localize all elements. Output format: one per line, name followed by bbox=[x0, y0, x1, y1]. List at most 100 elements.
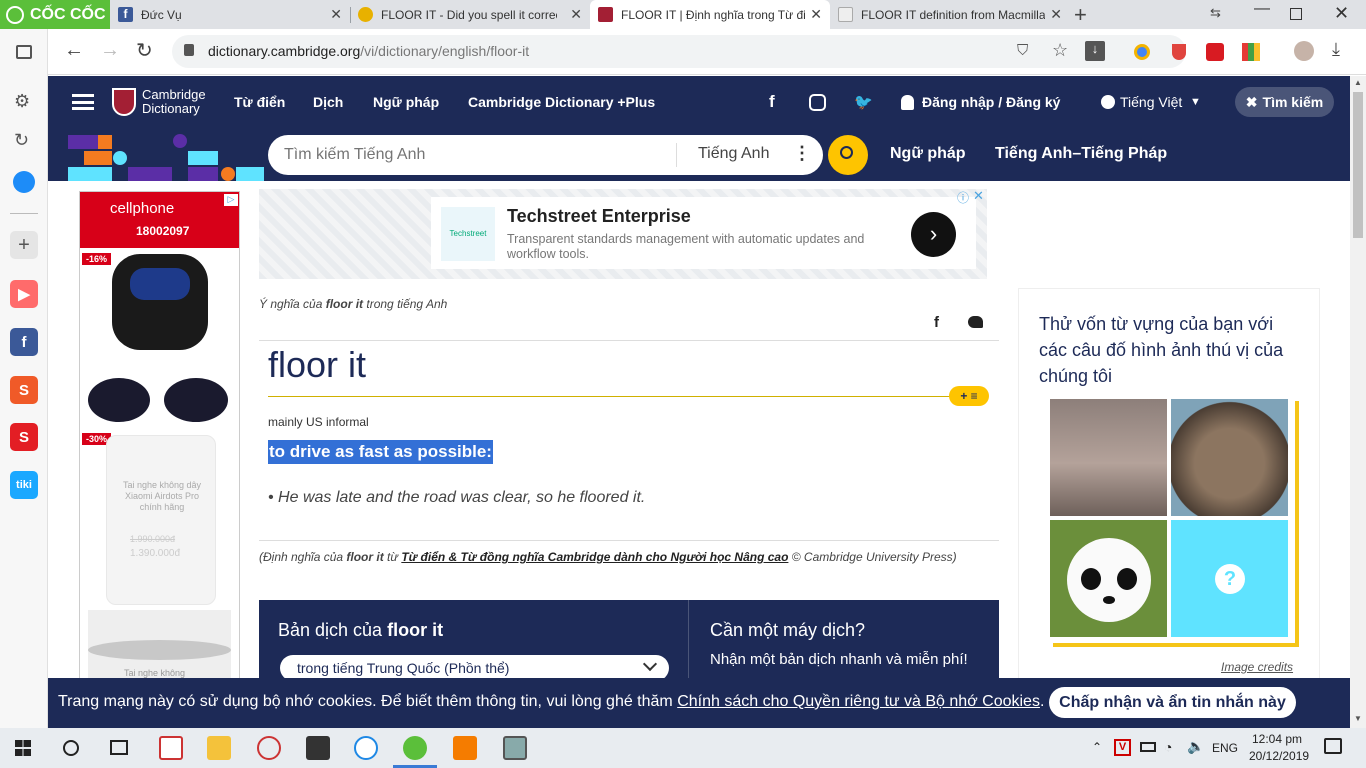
back-button[interactable]: ← bbox=[64, 39, 84, 62]
scroll-up-icon[interactable]: ▲ bbox=[1354, 78, 1362, 87]
maximize-button[interactable] bbox=[1290, 8, 1302, 20]
search-input[interactable] bbox=[284, 143, 664, 167]
sidebar-item-youtube[interactable]: ▶ bbox=[10, 280, 38, 308]
taskbar-app-icon[interactable] bbox=[257, 736, 281, 760]
bookmark-star-icon[interactable]: ☆ bbox=[1052, 40, 1068, 61]
image-credits-link[interactable]: Image credits bbox=[1221, 660, 1293, 674]
close-tab-icon[interactable]: ✕ bbox=[330, 6, 342, 23]
instagram-icon[interactable] bbox=[809, 94, 826, 111]
nav-plus[interactable]: Cambridge Dictionary +Plus bbox=[468, 94, 655, 110]
forward-button[interactable]: → bbox=[100, 39, 120, 62]
address-bar[interactable]: dictionary.cambridge.org/vi/dictionary/e… bbox=[172, 35, 1186, 68]
zalo-icon[interactable] bbox=[354, 736, 378, 760]
taskbar-app-icon[interactable] bbox=[453, 736, 477, 760]
messenger-icon[interactable] bbox=[13, 171, 35, 193]
taskbar-app-icon[interactable] bbox=[159, 736, 183, 760]
adblock-icon[interactable] bbox=[1172, 44, 1186, 60]
nav-dictionary[interactable]: Từ điển bbox=[234, 94, 285, 110]
close-tab-icon[interactable]: ✕ bbox=[1050, 6, 1062, 23]
facebook-icon[interactable]: f bbox=[769, 92, 775, 112]
tray-app-icon[interactable]: V bbox=[1114, 739, 1131, 756]
share-twitter-icon[interactable] bbox=[968, 316, 983, 328]
nav-translate[interactable]: Dịch bbox=[313, 94, 343, 110]
reload-button[interactable]: ↻ bbox=[136, 38, 153, 63]
ad-arrow-button[interactable]: › bbox=[911, 212, 956, 257]
translation-language-select[interactable]: trong tiếng Trung Quốc (Phồn thể) bbox=[280, 655, 669, 680]
scroll-thumb[interactable] bbox=[1353, 92, 1363, 238]
login-link[interactable]: Đăng nhập / Đăng ký bbox=[922, 94, 1060, 110]
tab-facebook[interactable]: f Đức Vụ ✕ bbox=[110, 0, 350, 29]
close-window-button[interactable]: ✕ bbox=[1334, 3, 1349, 24]
search-icon[interactable] bbox=[63, 740, 79, 756]
search-button[interactable] bbox=[828, 135, 868, 175]
adchoices-icon[interactable]: ⓘ bbox=[957, 189, 969, 206]
clock-date[interactable]: 20/12/2019 bbox=[1249, 749, 1309, 763]
coccoc-taskbar-icon[interactable] bbox=[403, 736, 427, 760]
close-tab-icon[interactable]: ✕ bbox=[570, 6, 582, 23]
shield-icon[interactable]: ⛉ bbox=[1017, 42, 1028, 59]
windows-start-icon[interactable] bbox=[15, 740, 31, 756]
twitter-icon[interactable]: 🐦 bbox=[854, 93, 873, 111]
adchoices-icon[interactable]: ▷ bbox=[224, 194, 238, 206]
extension-icon[interactable] bbox=[1134, 44, 1150, 60]
quiz-title[interactable]: Thử vốn từ vựng của bạn với các câu đố h… bbox=[1039, 311, 1299, 389]
subnav-grammar[interactable]: Ngữ pháp bbox=[890, 145, 966, 163]
task-view-icon[interactable] bbox=[110, 740, 128, 755]
search-toggle-button[interactable]: ✖ Tìm kiếm bbox=[1235, 87, 1334, 117]
nav-grammar[interactable]: Ngữ pháp bbox=[373, 94, 439, 110]
add-to-wordlist-button[interactable]: + ≡ bbox=[949, 386, 989, 406]
hamburger-menu-icon[interactable] bbox=[72, 94, 94, 110]
volume-icon[interactable]: 🔈 bbox=[1187, 738, 1204, 755]
notifications-icon[interactable] bbox=[1324, 738, 1342, 754]
minimize-button[interactable]: — bbox=[1248, 0, 1276, 18]
coccoc-logo[interactable]: CỐC CỐC bbox=[0, 0, 110, 29]
more-options-icon[interactable]: ⋮ bbox=[793, 143, 811, 164]
battery-icon[interactable] bbox=[1140, 742, 1156, 752]
new-tab-button[interactable]: + bbox=[1074, 2, 1087, 28]
avatar[interactable] bbox=[1294, 41, 1314, 61]
cookie-policy-link[interactable]: Chính sách cho Quyền riêng tư và Bộ nhớ … bbox=[677, 693, 1040, 710]
tab-cambridge[interactable]: FLOOR IT | Định nghĩa trong Từ điển ✕ bbox=[590, 0, 830, 29]
clock-time[interactable]: 12:04 pm bbox=[1252, 732, 1302, 746]
top-ad[interactable]: Techstreet Techstreet Enterprise Transpa… bbox=[259, 188, 987, 279]
subnav-english-french[interactable]: Tiếng Anh–Tiếng Pháp bbox=[995, 145, 1167, 163]
input-language[interactable]: ENG bbox=[1212, 741, 1238, 755]
accept-cookies-button[interactable]: Chấp nhận và ẩn tin nhắn này bbox=[1049, 687, 1296, 718]
mystery-image[interactable]: ? bbox=[1171, 520, 1288, 637]
tab-list-icon[interactable]: ⇆ bbox=[1210, 5, 1221, 21]
panda-image[interactable] bbox=[1050, 520, 1167, 637]
sidebar-toggle-icon[interactable] bbox=[16, 45, 32, 59]
language-select[interactable]: Tiếng Việt bbox=[1120, 94, 1182, 110]
sidebar-item-shopee[interactable]: S bbox=[10, 376, 38, 404]
search-icon bbox=[840, 146, 853, 159]
seal-image[interactable] bbox=[1171, 399, 1288, 516]
taskbar-app-icon[interactable] bbox=[503, 736, 527, 760]
close-tab-icon[interactable]: ✕ bbox=[810, 6, 822, 23]
tab-macmillan[interactable]: FLOOR IT definition from Macmillan ✕ bbox=[830, 0, 1070, 29]
add-shortcut-button[interactable]: + bbox=[10, 231, 38, 259]
downloads-icon[interactable]: ⤓ bbox=[1332, 39, 1340, 60]
extension-color-icon[interactable] bbox=[1242, 43, 1260, 61]
close-ad-icon[interactable]: ✕ bbox=[973, 188, 984, 204]
cambridge-logo[interactable]: Cambridge Dictionary bbox=[112, 88, 206, 116]
extension-red-icon[interactable] bbox=[1206, 43, 1224, 61]
page-scrollbar[interactable]: ▲ ▼ bbox=[1350, 76, 1366, 728]
source-link[interactable]: Từ điển & Từ đồng nghĩa Cambridge dành c… bbox=[401, 550, 788, 564]
share-facebook-icon[interactable]: f bbox=[934, 314, 939, 331]
history-icon[interactable]: ↻ bbox=[14, 130, 29, 151]
sidebar-item-sendo[interactable]: S bbox=[10, 423, 38, 451]
settings-icon[interactable]: ⚙ bbox=[14, 91, 30, 112]
left-ad[interactable]: cellphone 18002097 ▷ -16% -30% Tai nghe … bbox=[79, 191, 240, 691]
file-explorer-icon[interactable] bbox=[207, 736, 231, 760]
tray-chevron-icon[interactable]: ⌃ bbox=[1092, 740, 1102, 754]
tab-did-you-spell[interactable]: FLOOR IT - Did you spell it correctly? ✕ bbox=[350, 0, 590, 29]
sticky-notes-icon[interactable] bbox=[306, 736, 330, 760]
dictionary-select[interactable]: Tiếng Anh bbox=[698, 145, 769, 163]
sidebar-item-facebook[interactable]: f bbox=[10, 328, 38, 356]
download-page-icon[interactable]: ↓ bbox=[1085, 41, 1105, 61]
scroll-down-icon[interactable]: ▼ bbox=[1354, 714, 1362, 723]
sidebar-item-tiki[interactable]: tiki bbox=[10, 471, 38, 499]
wifi-icon[interactable]: ◔ bbox=[1164, 739, 1172, 755]
hippo-image[interactable] bbox=[1050, 399, 1167, 516]
decorative-pattern bbox=[68, 134, 264, 181]
